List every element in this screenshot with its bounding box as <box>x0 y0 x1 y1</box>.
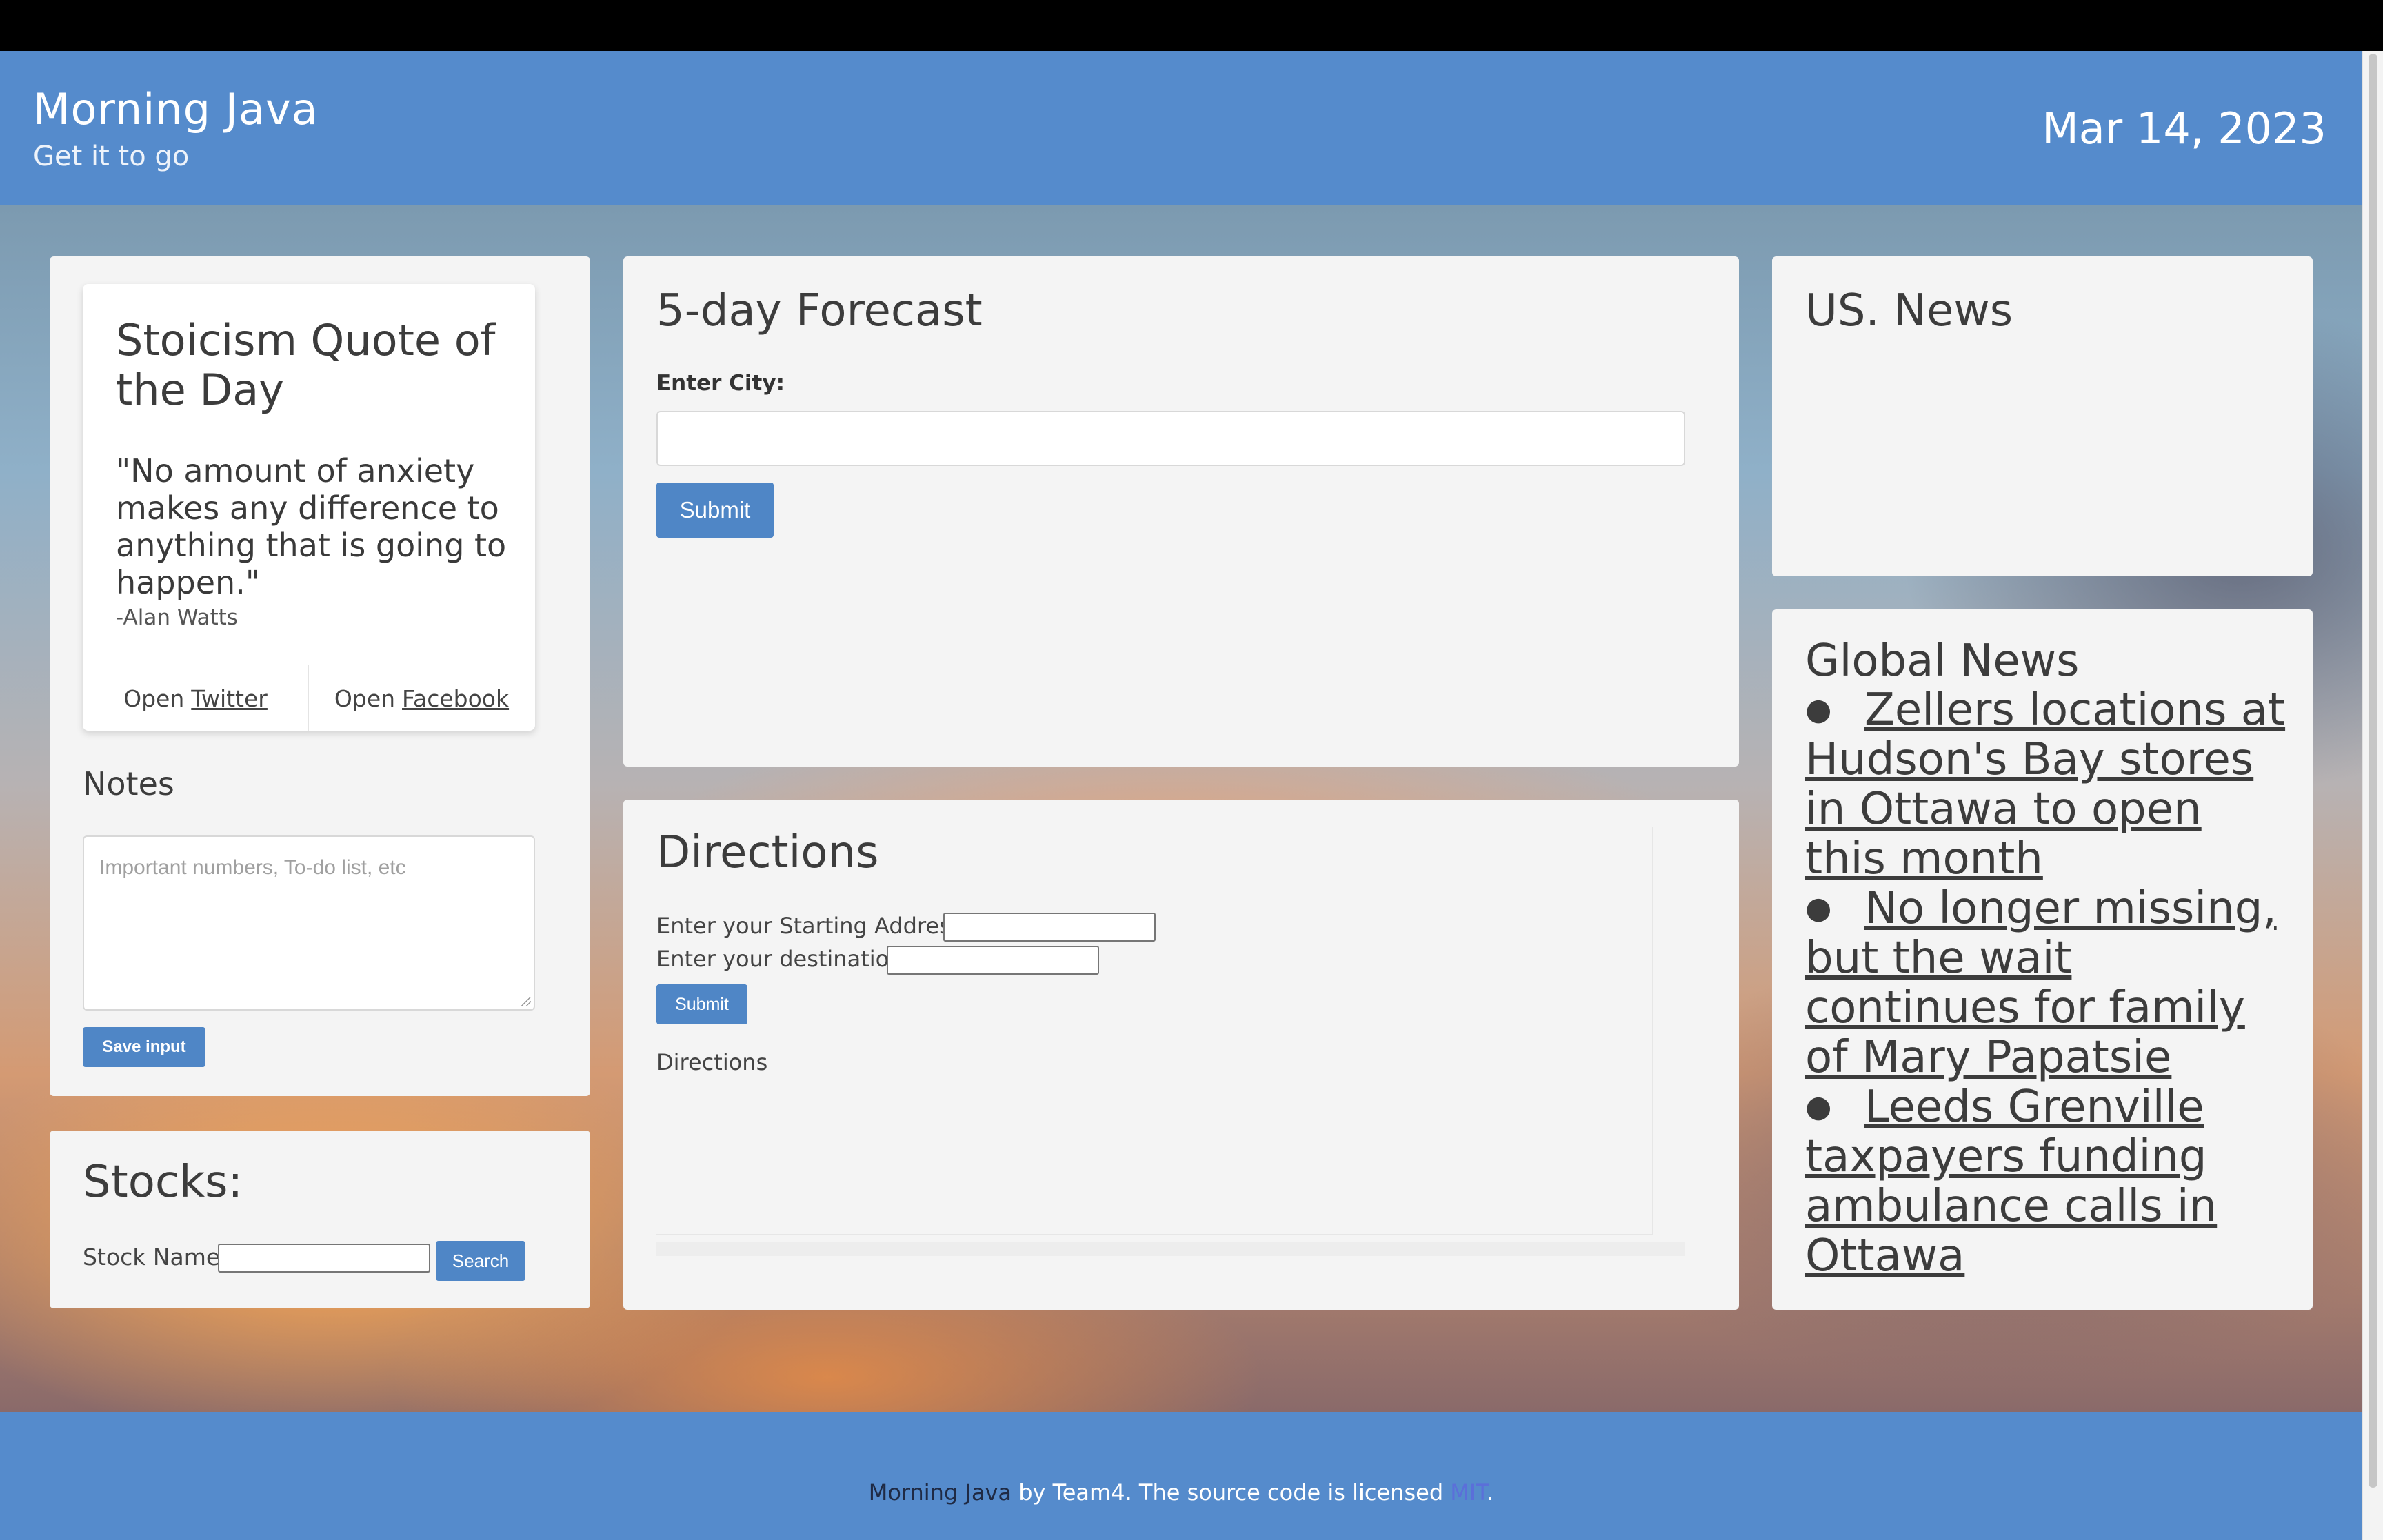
global-news-list: ● Zellers locations at Hudson's Bay store… <box>1805 685 2295 1281</box>
footer-end-text: . <box>1487 1479 1494 1506</box>
site-title: Morning Java <box>33 84 319 134</box>
city-label: Enter City: <box>656 371 785 396</box>
stock-name-input[interactable] <box>218 1244 430 1273</box>
news-link[interactable]: Leeds Grenville taxpayers funding ambula… <box>1805 1082 2217 1281</box>
destination-input[interactable] <box>887 946 1099 975</box>
quote-share-bar: Open Twitter Open Facebook <box>83 665 535 731</box>
news-link[interactable]: No longer missing, but the wait continue… <box>1805 883 2277 1083</box>
bullet-icon: ● <box>1805 1089 1832 1124</box>
news-item: ● Leeds Grenville taxpayers funding ambul… <box>1805 1082 2295 1281</box>
quote-title: Stoicism Quote of the Day <box>116 315 496 415</box>
stock-search-button[interactable]: Search <box>436 1241 525 1281</box>
us-news-card: US. News <box>1772 256 2313 576</box>
site-header: Morning Java Get it to go Mar 14, 2023 <box>0 51 2362 205</box>
notes-textarea[interactable]: Important numbers, To-do list, etc <box>83 835 535 1011</box>
notes-placeholder: Important numbers, To-do list, etc <box>99 856 406 879</box>
page: Morning Java Get it to go Mar 14, 2023 S… <box>0 51 2362 1540</box>
footer-middle-text: by Team4. The source code is licensed <box>1012 1479 1451 1506</box>
directions-title: Directions <box>656 827 879 878</box>
notes-title: Notes <box>83 765 174 802</box>
facebook-link[interactable]: Facebook <box>402 685 509 712</box>
quote-notes-card: Stoicism Quote of the Day "No amount of … <box>50 256 590 1096</box>
site-footer: Morning Java by Team4. The source code i… <box>0 1412 2362 1540</box>
news-link[interactable]: Zellers locations at Hudson's Bay stores… <box>1805 685 2285 884</box>
city-input[interactable] <box>656 411 1685 466</box>
quote-author: -Alan Watts <box>116 605 238 630</box>
us-news-title: US. News <box>1805 285 2013 336</box>
news-item: ● No longer missing, but the wait continu… <box>1805 884 2295 1082</box>
forecast-title: 5-day Forecast <box>656 285 983 336</box>
footer-brand-link[interactable]: Morning Java <box>869 1479 1012 1506</box>
open-twitter-button[interactable]: Open Twitter <box>83 665 309 731</box>
destination-label: Enter your destination <box>656 946 903 972</box>
current-date: Mar 14, 2023 <box>2042 103 2326 154</box>
quote-text: "No amount of anxiety makes any differen… <box>116 452 507 601</box>
global-news-title: Global News <box>1805 636 2080 687</box>
stocks-card: Stocks: Stock Name: Search <box>50 1131 590 1308</box>
open-facebook-button[interactable]: Open Facebook <box>309 665 534 731</box>
stocks-title: Stocks: <box>83 1157 243 1208</box>
save-input-button[interactable]: Save input <box>83 1027 205 1067</box>
resize-grip-icon[interactable] <box>521 997 531 1006</box>
bullet-icon: ● <box>1805 692 1832 727</box>
start-address-input[interactable] <box>943 913 1156 942</box>
stock-name-label: Stock Name: <box>83 1244 228 1270</box>
scrollbar-thumb[interactable] <box>2369 54 2377 1488</box>
start-address-label: Enter your Starting Address <box>656 913 963 939</box>
directions-horizontal-scrollbar[interactable] <box>656 1242 1685 1256</box>
directions-card: Directions Enter your Starting Address E… <box>623 800 1739 1310</box>
quote-card: Stoicism Quote of the Day "No amount of … <box>83 284 535 731</box>
open-twitter-prefix: Open <box>123 685 185 712</box>
global-news-card: Global News ● Zellers locations at Hudson… <box>1772 609 2313 1310</box>
site-tagline: Get it to go <box>33 141 190 172</box>
twitter-link[interactable]: Twitter <box>191 685 268 712</box>
directions-submit-button[interactable]: Submit <box>656 984 747 1024</box>
news-item: ● Zellers locations at Hudson's Bay store… <box>1805 685 2295 884</box>
browser-top-bar <box>0 0 2383 51</box>
page-scrollbar[interactable] <box>2362 51 2383 1540</box>
mit-license-link[interactable]: MIT <box>1450 1479 1487 1506</box>
forecast-card: 5-day Forecast Enter City: Submit <box>623 256 1739 767</box>
forecast-submit-button[interactable]: Submit <box>656 483 774 538</box>
footer-text: Morning Java by Team4. The source code i… <box>0 1479 2362 1506</box>
directions-panel[interactable]: Directions Enter your Starting Address E… <box>656 827 1653 1235</box>
bullet-icon: ● <box>1805 891 1832 926</box>
directions-output: Directions <box>656 1049 768 1075</box>
open-facebook-prefix: Open <box>334 685 396 712</box>
